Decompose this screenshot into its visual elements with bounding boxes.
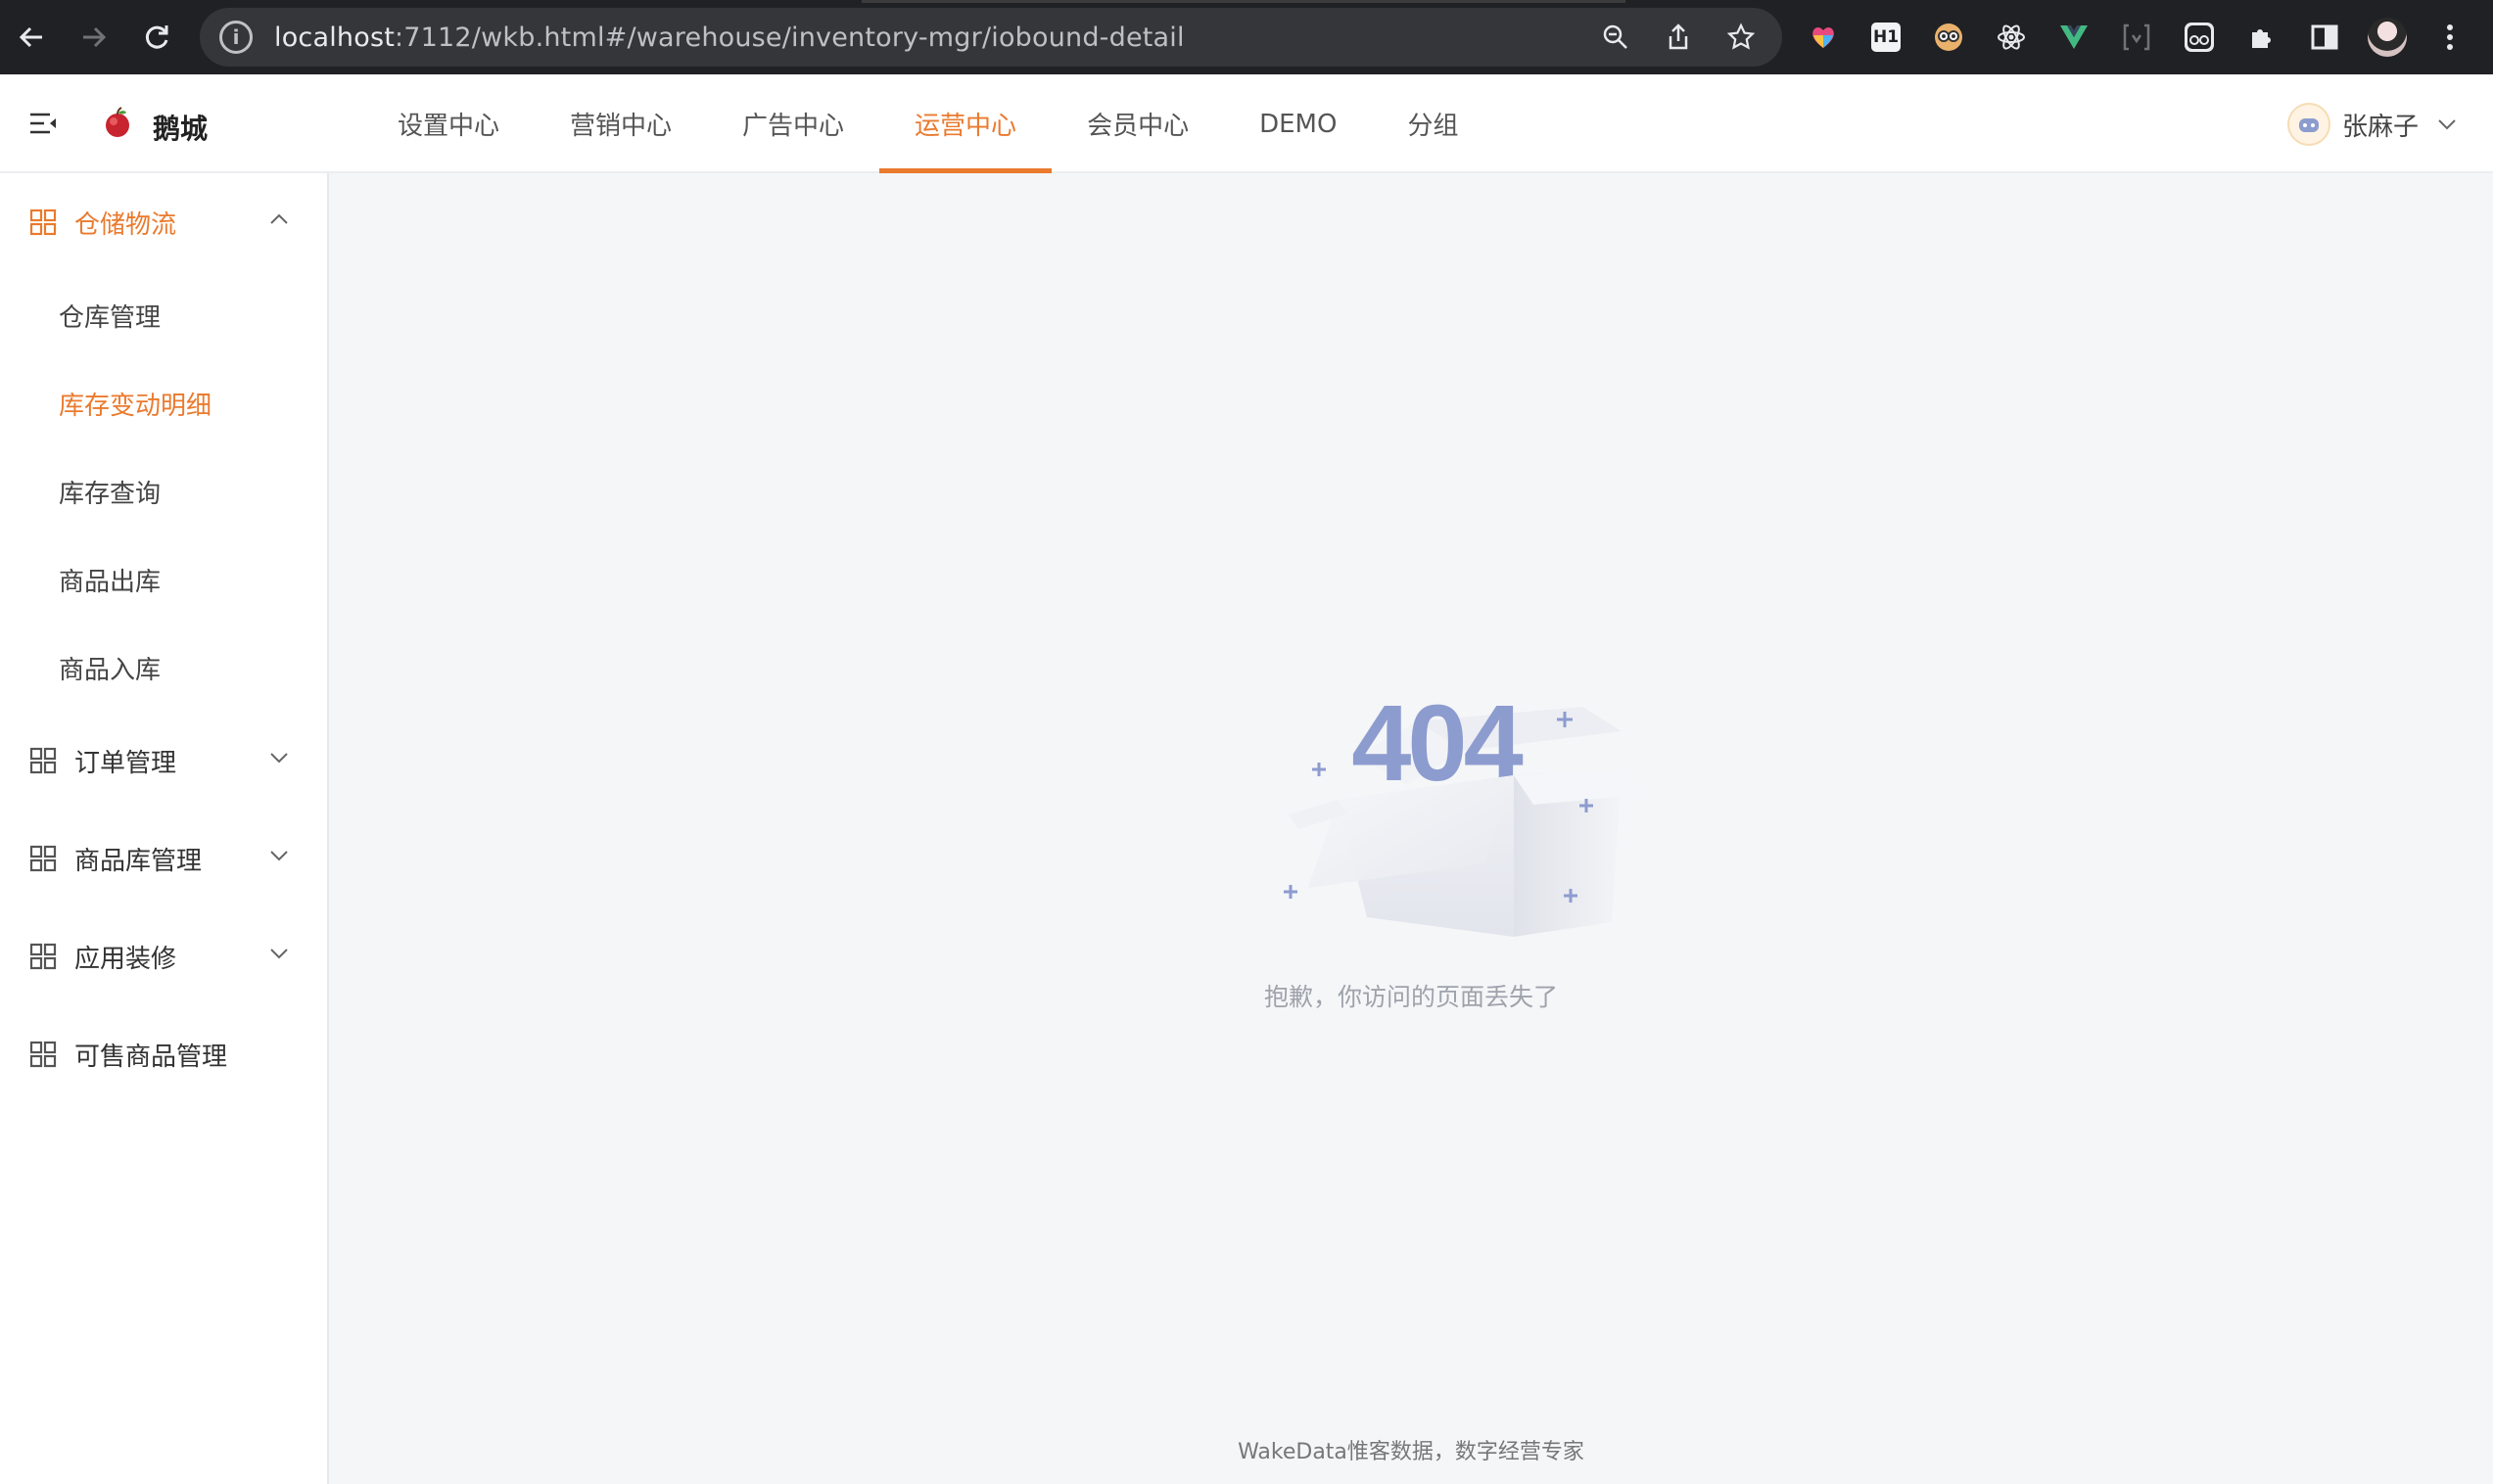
footer-text: WakeData惟客数据，数字经营专家 [1238,1440,1584,1464]
reload-button[interactable] [125,0,188,74]
sidebar-group-order-management[interactable]: 订单管理 [0,712,327,810]
chevron-down-icon [270,949,288,959]
tab-marketing-center[interactable]: 营销中心 [535,74,707,173]
extensions-puzzle-icon[interactable] [2231,0,2293,74]
address-bar[interactable]: i localhost:7112/wkb.html#/warehouse/inv… [200,8,1782,67]
heart-extension-icon[interactable] [1792,0,1855,74]
app-header: 鹅城 设置中心 营销中心 广告中心 运营中心 会员中心 DEMO 分组 张麻子 [0,74,2493,173]
tab-member-center[interactable]: 会员中心 [1052,74,1224,173]
user-menu[interactable]: 张麻子 [2286,100,2458,149]
menu-collapse-icon[interactable] [27,108,59,139]
sidebar-item-warehouse-management[interactable]: 仓库管理 [0,271,327,359]
error-message: 抱歉，你访问的页面丢失了 [1263,983,1558,1011]
arrow-left-icon [19,26,42,48]
brand-name: 鹅城 [153,113,209,145]
grid-icon [29,747,57,774]
sidebar-item-inventory-change-detail[interactable]: 库存变动明细 [0,359,327,447]
face-extension-icon[interactable] [1917,0,1980,74]
apple-logo-icon [106,107,129,137]
browser-menu-icon[interactable] [2419,0,2481,74]
robot-icon [2298,118,2319,132]
glasses-extension-icon[interactable] [2168,0,2231,74]
back-button[interactable] [0,0,63,74]
forward-button[interactable] [63,0,125,74]
tab-demo[interactable]: DEMO [1224,74,1372,173]
sidebar-item-inventory-query[interactable]: 库存查询 [0,447,327,535]
vue-devtools-icon[interactable] [2043,0,2105,74]
empty-box-404-illustration: 404 [1284,683,1641,937]
browser-toolbar: i localhost:7112/wkb.html#/warehouse/inv… [0,0,2493,74]
user-avatar [2286,103,2330,146]
sidebar-group-label: 可售商品管理 [74,1042,228,1072]
tab-ad-center[interactable]: 广告中心 [707,74,879,173]
sidebar-item-goods-outbound[interactable]: 商品出库 [0,535,327,624]
grid-icon [29,209,57,236]
h1-extension-icon[interactable]: H1 [1855,0,1917,74]
tab-operations-center[interactable]: 运营中心 [879,74,1053,173]
chevron-down-icon [270,851,288,861]
chevron-down-icon [270,753,288,764]
sidebar-group-sellable-goods[interactable]: 可售商品管理 [0,1005,327,1103]
chevron-down-icon [2438,119,2456,130]
grid-icon [29,1041,57,1068]
bookmark-star-icon[interactable] [1710,8,1772,67]
sidebar-group-app-decoration[interactable]: 应用装修 [0,907,327,1005]
chevron-up-icon [270,213,288,224]
tab-settings-center[interactable]: 设置中心 [362,74,535,173]
react-devtools-icon[interactable] [1980,0,2043,74]
user-name: 张麻子 [2341,112,2419,142]
sidebar-group-label: 商品库管理 [74,846,203,876]
bracket-extension-icon[interactable] [2105,0,2168,74]
url-text[interactable]: localhost:7112/wkb.html#/warehouse/inven… [274,23,1185,53]
arrow-right-icon [83,26,107,48]
url-host: localhost [274,22,395,53]
grid-icon [29,943,57,970]
sidebar-group-product-library[interactable]: 商品库管理 [0,810,327,907]
profile-avatar[interactable] [2356,0,2419,74]
site-info-icon[interactable]: i [219,21,253,54]
tab-group[interactable]: 分组 [1372,74,1493,173]
grid-icon [29,845,57,872]
sidebar-group-label: 仓储物流 [74,209,177,240]
sidebar-group-warehouse-logistics[interactable]: 仓储物流 [0,173,327,271]
reload-icon [145,25,168,49]
active-tab-indicator [862,0,1625,3]
sidebar-group-label: 应用装修 [74,944,177,974]
share-icon[interactable] [1647,8,1710,67]
sidebar: 仓储物流 仓库管理 库存变动明细 库存查询 商品出库 商品入库 订单管理 商品库… [0,173,329,1484]
sidebar-item-goods-inbound[interactable]: 商品入库 [0,624,327,712]
zoom-icon[interactable] [1584,8,1647,67]
main-content: 404 抱歉，你访问的页面丢失了 WakeData惟客数据，数字经营专家 [329,173,2493,1484]
sidebar-group-label: 订单管理 [74,748,177,778]
url-path: :7112/wkb.html#/warehouse/inventory-mgr/… [395,22,1185,53]
top-nav: 设置中心 营销中心 广告中心 运营中心 会员中心 DEMO 分组 [362,74,1493,173]
side-panel-icon[interactable] [2293,0,2356,74]
